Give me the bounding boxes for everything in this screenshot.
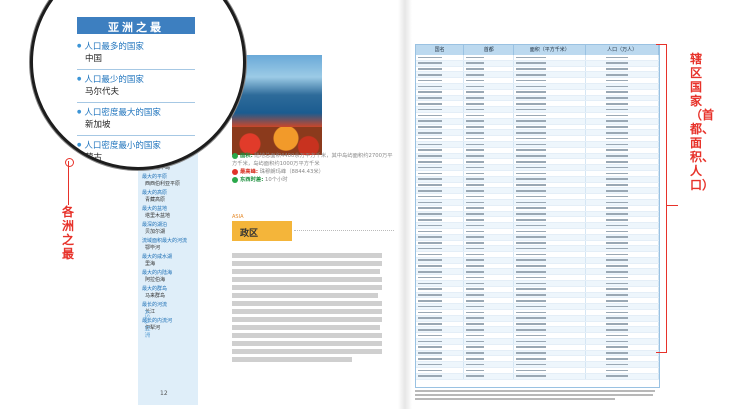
sidebar-item: 最大的盆地: [142, 206, 168, 212]
entry-answer: 马尔代夫: [85, 87, 120, 97]
book-spread: 最大的半岛 阿拉伯半岛 最大的平原 西西伯利亚平原 最大的高原 青藏高原 最大的…: [0, 0, 750, 409]
callout-bracket-bottom: [656, 352, 667, 353]
sidebar-sub: 里海: [145, 261, 156, 267]
callout-left-dot: [65, 158, 74, 167]
list-item: 人口最多的国家 中国: [77, 37, 195, 70]
book-gutter: [398, 0, 412, 409]
sidebar-vertical-label: ASIA 亚洲: [143, 310, 150, 338]
section-heading: ASIA 政区: [230, 214, 395, 244]
sidebar-sub: 鄂毕河: [145, 245, 161, 251]
list-item: 人口密度最小的国家 蒙古: [77, 136, 195, 167]
leaf-icon: [232, 152, 238, 159]
autumn-trees: [232, 127, 322, 155]
col-country: 国名: [416, 45, 465, 55]
entry-question: 人口密度最大的国家: [77, 107, 195, 119]
fact-peak: 最高峰: 珠穆朗玛峰（8844.43米）: [232, 168, 394, 176]
mountain-icon: [232, 168, 238, 175]
lens-title: 亚洲之最: [108, 21, 164, 34]
sidebar-sub: 贝加尔湖: [145, 229, 166, 235]
entry-question: 人口最少的国家: [77, 74, 195, 86]
page-number: 12: [160, 390, 168, 397]
section-title-box: 政区: [232, 221, 292, 241]
lens-header: 亚洲之最: [77, 17, 195, 34]
body-text: [232, 250, 382, 365]
sidebar-item: 最大的高原: [142, 190, 168, 196]
entry-answer: 中国: [85, 54, 103, 64]
sidebar-item: 最深的湖泊: [142, 222, 168, 228]
table-row: [416, 373, 659, 380]
entry-question: 人口密度最小的国家: [77, 140, 195, 152]
sidebar-item: 最大的群岛: [142, 286, 168, 292]
list-item: 人口密度最大的国家 新加坡: [77, 103, 195, 136]
callout-right-label: 辖区国家（首都、面积、人口）: [690, 52, 715, 192]
fact-timezone: 东西时差: 10个小时: [232, 176, 394, 184]
section-tag: ASIA: [232, 214, 244, 220]
facts-box: 面积: 陆地总面积4400余万平方千米，其中岛屿面积约2700万平方千米，岛屿面…: [232, 152, 394, 184]
col-area: 面积（平方千米）: [514, 45, 587, 55]
table-body: [416, 55, 659, 380]
sidebar-sub: 马来群岛: [145, 293, 166, 299]
col-population: 人口（万人）: [586, 45, 659, 55]
dotted-rule: [294, 230, 394, 231]
sidebar-sub: 塔里木盆地: [145, 213, 171, 219]
sidebar-item: 流域面积最大的河流: [142, 238, 188, 244]
col-capital: 首都: [464, 45, 515, 55]
callout-connector: [666, 205, 678, 206]
section-title: 政区: [240, 229, 259, 239]
callout-bracket: [666, 44, 667, 352]
fact-area: 面积: 陆地总面积4400余万平方千米，其中岛屿面积约2700万平方千米，岛屿面…: [232, 152, 393, 167]
table-notes: [415, 388, 658, 402]
sidebar-item: 最长的河流: [142, 302, 168, 308]
sidebar-item: 最大的咸水湖: [142, 254, 173, 260]
sidebar-item: 最大的平原: [142, 174, 168, 180]
table-header: 国名 首都 面积（平方千米） 人口（万人）: [416, 45, 659, 55]
list-item: 人口最少的国家 马尔代夫: [77, 70, 195, 103]
sidebar-sub: 青藏高原: [145, 197, 166, 203]
sidebar: 最大的半岛 阿拉伯半岛 最大的平原 西西伯利亚平原 最大的高原 青藏高原 最大的…: [138, 150, 198, 405]
sidebar-sub: 阿拉伯海: [145, 277, 166, 283]
callout-left-label: 各洲之最: [62, 205, 75, 261]
clock-icon: [232, 176, 238, 183]
countries-table: 国名 首都 面积（平方千米） 人口（万人）: [415, 44, 660, 388]
lens-list: 人口最多的国家 中国 人口最少的国家 马尔代夫 人口密度最大的国家 新加坡 人口…: [77, 37, 195, 167]
sidebar-item: 最大的内陆海: [142, 270, 173, 276]
entry-answer: 新加坡: [85, 120, 111, 130]
callout-left-line: [68, 161, 69, 205]
entry-question: 人口最多的国家: [77, 41, 195, 53]
entry-answer: 蒙古: [85, 153, 103, 163]
sidebar-sub: 西西伯利亚平原: [145, 181, 181, 187]
